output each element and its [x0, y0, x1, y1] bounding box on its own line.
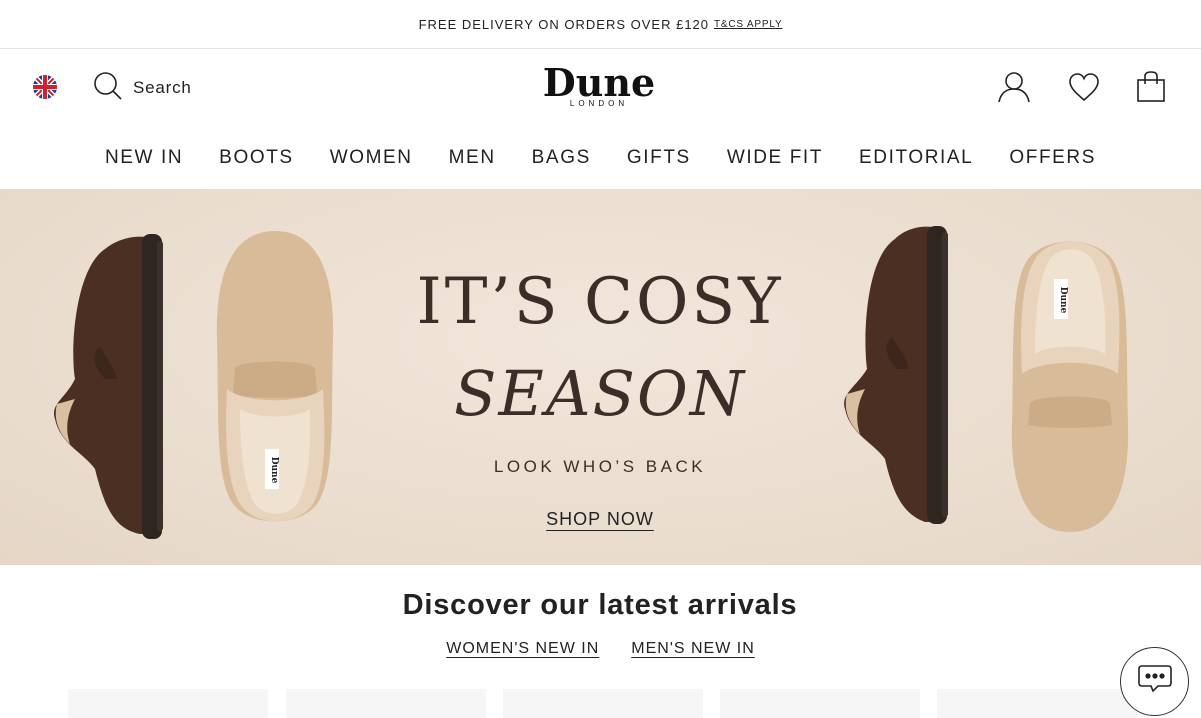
hero-title-line1: IT’S COSY [416, 265, 784, 339]
womens-new-in-link[interactable]: WOMEN'S NEW IN [446, 640, 599, 658]
uk-flag-icon[interactable] [33, 75, 57, 99]
nav-item-editorial[interactable]: EDITORIAL [859, 147, 973, 169]
shop-now-link[interactable]: SHOP NOW [540, 509, 660, 530]
search-label: Search [133, 78, 192, 97]
header: Search Dune LONDON [0, 50, 1201, 128]
wishlist-heart-icon[interactable] [1067, 70, 1101, 104]
dark-slipper-left-image [54, 234, 163, 539]
arrivals-links: WOMEN'S NEW IN MEN'S NEW IN [0, 640, 1201, 658]
product-card[interactable] [68, 689, 268, 718]
account-icon[interactable] [997, 70, 1031, 104]
promo-bar: FREE DELIVERY ON ORDERS OVER £120 T&CS A… [0, 0, 1201, 49]
nav-item-gifts[interactable]: GIFTS [627, 147, 691, 169]
chat-button[interactable] [1120, 647, 1189, 716]
slipper-label-right: Dune [1058, 287, 1068, 314]
logo-brand: Dune [542, 60, 656, 105]
product-card[interactable] [286, 689, 486, 718]
nav-item-new-in[interactable]: NEW IN [105, 147, 183, 169]
arrivals-title: Discover our latest arrivals [402, 589, 798, 621]
nav-item-men[interactable]: MEN [449, 147, 496, 169]
product-carousel [68, 689, 1201, 718]
hero-title-line2: SEASON [453, 357, 747, 430]
product-card[interactable] [720, 689, 920, 718]
promo-text: FREE DELIVERY ON ORDERS OVER £120 [418, 16, 710, 32]
search-icon [93, 71, 123, 106]
light-slipper-right-image: Dune [1011, 241, 1129, 532]
nav-item-boots[interactable]: BOOTS [219, 147, 294, 169]
nav-item-offers[interactable]: OFFERS [1009, 147, 1096, 169]
mens-new-in-link[interactable]: MEN'S NEW IN [631, 640, 755, 658]
nav-item-bags[interactable]: BAGS [532, 147, 591, 169]
dark-slipper-right-image [844, 226, 948, 524]
product-card[interactable] [503, 689, 703, 718]
hero-banner[interactable]: Dune IT’S COSY SEASON LOOK WHO’S BACK SH… [0, 189, 1201, 565]
slipper-label-left: Dune [269, 457, 279, 484]
main-nav: NEW IN BOOTS WOMEN MEN BAGS GIFTS WIDE F… [0, 140, 1201, 176]
shopping-bag-icon[interactable] [1134, 70, 1168, 104]
hero-subtitle: LOOK WHO’S BACK [493, 457, 707, 476]
nav-item-wide-fit[interactable]: WIDE FIT [727, 147, 823, 169]
tcs-link[interactable]: T&CS APPLY [714, 19, 782, 30]
chat-bubble-icon [1137, 664, 1173, 699]
dune-logo[interactable]: Dune LONDON [526, 60, 672, 109]
search-button[interactable]: Search [93, 71, 192, 106]
nav-item-women[interactable]: WOMEN [330, 147, 413, 169]
product-card[interactable] [937, 689, 1137, 718]
